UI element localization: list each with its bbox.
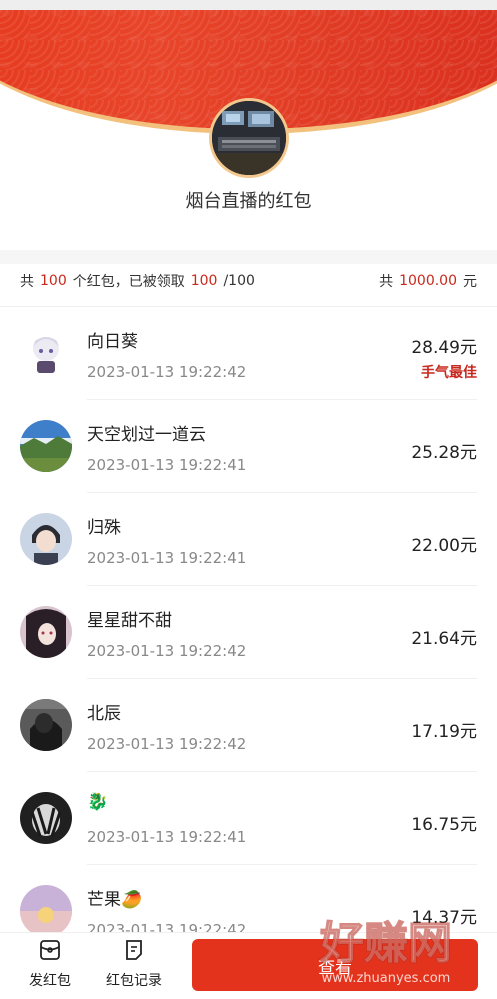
avatar — [20, 885, 72, 937]
packet-count: 100 — [40, 273, 67, 289]
list-item[interactable]: 北辰 2023-01-13 19:22:42 17.19元 — [0, 679, 497, 772]
total-amount: 1000.00 — [399, 273, 457, 289]
sender-avatar[interactable] — [209, 98, 289, 178]
user-name: 天空划过一道云 — [87, 425, 206, 445]
summary-mid: 个红包，已被领取 — [72, 274, 185, 290]
claim-time: 2023-01-13 19:22:42 — [87, 642, 247, 660]
action-button[interactable]: 查看 — [192, 939, 478, 991]
summary-bar: 共 100 个红包，已被领取 100 /100 共 1000.00 元 — [0, 264, 497, 298]
claimed-count: 100 — [190, 273, 218, 289]
avatar — [20, 606, 72, 658]
user-name: 向日葵 — [87, 332, 138, 352]
amount-unit: 元 — [463, 274, 477, 290]
user-name: 北辰 — [87, 704, 121, 724]
claim-amount: 17.19元 — [411, 722, 477, 742]
user-name: 归殊 — [87, 518, 121, 538]
packet-title: 烟台直播的红包 — [185, 191, 312, 212]
section-gap — [0, 250, 497, 264]
claim-amount: 22.00元 — [411, 536, 477, 556]
list-item[interactable]: 🐉 2023-01-13 19:22:41 16.75元 — [0, 772, 497, 865]
tab-records-label: 红包记录 — [106, 973, 162, 989]
claimed-total: /100 — [223, 273, 255, 289]
sunset-avatar-icon — [20, 885, 72, 937]
claim-time: 2023-01-13 19:22:41 — [87, 549, 247, 567]
claim-time: 2023-01-13 19:22:42 — [87, 735, 247, 753]
user-name: 芒果🥭 — [87, 890, 143, 910]
best-luck-badge: 手气最佳 — [421, 365, 477, 381]
claim-amount: 25.28元 — [411, 443, 477, 463]
claim-time: 2023-01-13 19:22:42 — [87, 363, 247, 381]
claim-amount: 28.49元 — [411, 338, 477, 358]
bw-hands-avatar-icon — [20, 792, 72, 844]
user-name: 🐉 — [87, 792, 109, 812]
tab-send-label: 发红包 — [29, 973, 71, 989]
claim-amount: 16.75元 — [411, 815, 477, 835]
tab-packet-records[interactable]: 红包记录 — [98, 937, 170, 990]
record-list-icon — [126, 940, 142, 960]
claim-amount: 21.64元 — [411, 629, 477, 649]
avatar — [20, 513, 72, 565]
list-item[interactable]: 星星甜不甜 2023-01-13 19:22:42 21.64元 — [0, 586, 497, 679]
portrait-avatar-icon — [20, 606, 72, 658]
list-item[interactable]: 天空划过一道云 2023-01-13 19:22:41 25.28元 — [0, 400, 497, 493]
claim-amount: 14.37元 — [411, 908, 477, 928]
bottom-bar: 发红包 红包记录 查看 — [0, 932, 497, 999]
studio-photo-icon — [212, 101, 286, 175]
avatar — [20, 327, 72, 379]
summary-prefix: 共 — [20, 274, 34, 290]
list-item[interactable]: 归殊 2023-01-13 19:22:41 22.00元 — [0, 493, 497, 586]
portrait-avatar-icon — [20, 513, 72, 565]
user-name: 星星甜不甜 — [87, 611, 172, 631]
red-packet-icon — [40, 940, 60, 960]
claim-time: 2023-01-13 19:22:41 — [87, 456, 247, 474]
avatar — [20, 792, 72, 844]
amount-prefix: 共 — [379, 274, 394, 290]
dark-portrait-avatar-icon — [20, 699, 72, 751]
avatar — [20, 699, 72, 751]
list-item[interactable]: 向日葵 2023-01-13 19:22:42 28.49元 手气最佳 — [0, 307, 497, 400]
landscape-avatar-icon — [20, 420, 72, 472]
claim-time: 2023-01-13 19:22:41 — [87, 828, 247, 846]
status-bar — [0, 0, 497, 10]
tab-send-packet[interactable]: 发红包 — [14, 937, 86, 990]
anime-avatar-icon — [20, 327, 72, 379]
red-packet-detail-page: 烟台直播的红包 共 100 个红包，已被领取 100 /100 共 1000.0… — [0, 0, 497, 999]
avatar — [20, 420, 72, 472]
